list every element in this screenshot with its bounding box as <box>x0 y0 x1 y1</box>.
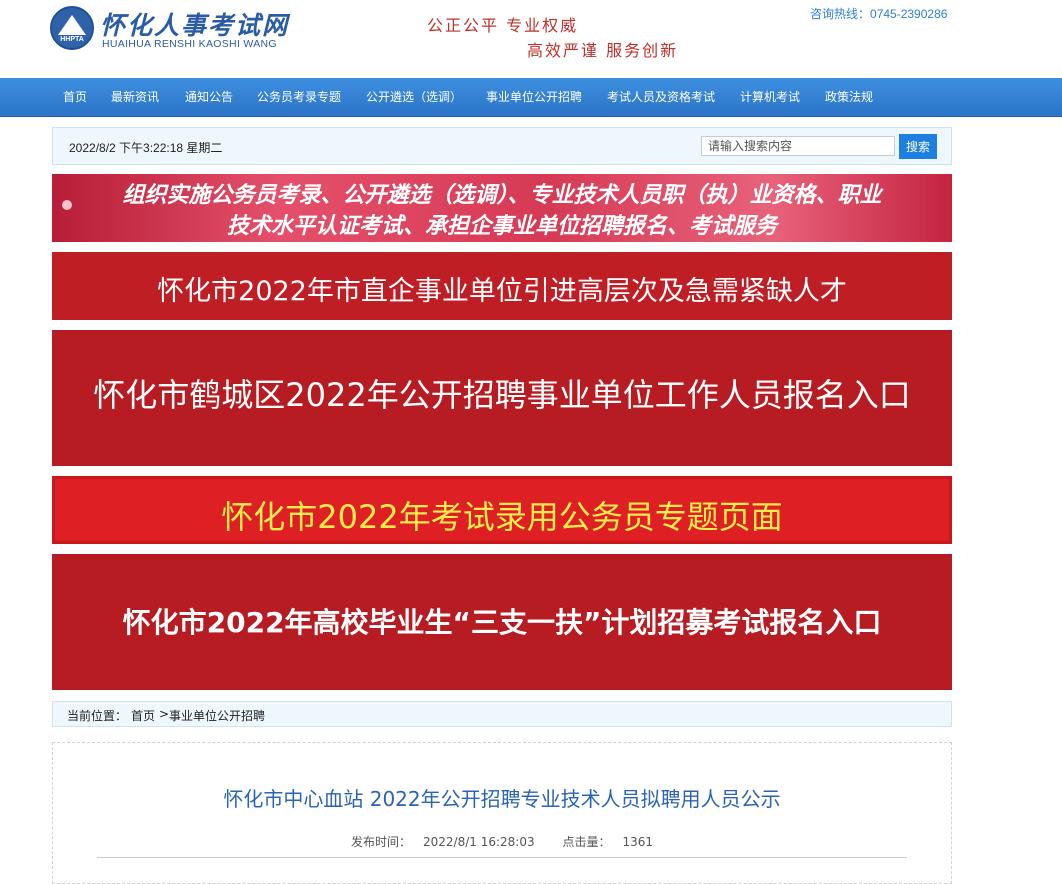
article-meta: 发布时间： 2022/8/1 16:28:03 点击量： 1361 <box>53 833 951 850</box>
published-value: 2022/8/1 16:28:03 <box>423 835 535 849</box>
sanzhiyifu-banner-text: 怀化市2022年高校毕业生“三支一扶”计划招募考试报名入口 <box>122 606 882 639</box>
published-label: 发布时间： <box>350 835 411 849</box>
date-search-bar: 2022/8/2 下午3:22:18 星期二 搜索 <box>52 127 952 165</box>
sanzhiyifu-registration-banner[interactable]: 怀化市2022年高校毕业生“三支一扶”计划招募考试报名入口 <box>52 554 952 690</box>
civil-servant-banner-text: 怀化市2022年考试录用公务员专题页面 <box>221 498 783 536</box>
nav-item-selection[interactable]: 公开遴选（选调） <box>366 78 462 116</box>
logo-tag: HHPTA <box>60 36 84 43</box>
talent-banner-text: 怀化市2022年市直企事业单位引进高层次及急需紧缺人才 <box>157 276 847 307</box>
site-header: HHPTA 怀化人事考试网 HUAIHUA RENSHI KAOSHI WANG… <box>0 0 1062 78</box>
article-title: 怀化市中心血站 2022年公开招聘专业技术人员拟聘用人员公示 <box>223 787 781 811</box>
hotline: 咨询热线：0745-2390286 <box>810 5 947 22</box>
mission-line-1: 组织实施公务员考录、公开遴选（选调）、专业技术人员职（执）业资格、职业 <box>122 182 882 208</box>
nav-item-notices[interactable]: 通知公告 <box>185 78 233 116</box>
mission-banner: 组织实施公务员考录、公开遴选（选调）、专业技术人员职（执）业资格、职业 技术水平… <box>52 174 952 242</box>
current-datetime: 2022/8/2 下午3:22:18 星期二 <box>69 141 223 155</box>
hotline-label: 咨询热线： <box>810 7 871 21</box>
nav-item-policy[interactable]: 政策法规 <box>825 78 873 116</box>
breadcrumb-home-link[interactable]: 首页 <box>131 709 155 723</box>
views-value: 1361 <box>622 835 653 849</box>
talent-recruitment-banner[interactable]: 怀化市2022年市直企事业单位引进高层次及急需紧缺人才 <box>52 252 952 320</box>
slogan-line-2: 高效严谨 服务创新 <box>527 41 679 60</box>
breadcrumb-label: 当前位置： <box>67 709 128 723</box>
nav-item-news[interactable]: 最新资讯 <box>111 78 159 116</box>
breadcrumb-separator: > <box>159 707 170 721</box>
article-divider <box>97 857 907 858</box>
nav-item-home[interactable]: 首页 <box>63 78 87 116</box>
breadcrumb-current-link[interactable]: 事业单位公开招聘 <box>169 709 265 723</box>
search-input[interactable] <box>701 136 895 156</box>
logo-emblem-icon: HHPTA <box>50 6 94 50</box>
civil-servant-topic-banner[interactable]: 怀化市2022年考试录用公务员专题页面 <box>52 476 952 544</box>
nav-item-computer-exam[interactable]: 计算机考试 <box>740 78 800 116</box>
nav-item-public-institution[interactable]: 事业单位公开招聘 <box>486 78 582 116</box>
logo-english-name: HUAIHUA RENSHI KAOSHI WANG <box>102 38 277 50</box>
hecheng-registration-banner[interactable]: 怀化市鹤城区2022年公开招聘事业单位工作人员报名入口 <box>52 330 952 466</box>
logo-chinese-name: 怀化人事考试网 <box>100 11 290 40</box>
views-label: 点击量： <box>562 835 611 849</box>
hecheng-banner-text: 怀化市鹤城区2022年公开招聘事业单位工作人员报名入口 <box>93 376 911 414</box>
mission-line-2: 技术水平认证考试、承担企事业单位招聘报名、考试服务 <box>226 213 777 239</box>
hotline-number: 0745-2390286 <box>870 7 948 21</box>
breadcrumb: 当前位置： 首页 > 事业单位公开招聘 <box>52 701 952 727</box>
article-panel: 怀化市中心血站 2022年公开招聘专业技术人员拟聘用人员公示 发布时间： 2022… <box>52 742 952 884</box>
nav-item-civil-servant[interactable]: 公务员考录专题 <box>257 78 341 116</box>
site-logo[interactable]: HHPTA 怀化人事考试网 HUAIHUA RENSHI KAOSHI WANG <box>50 6 287 50</box>
main-nav: 首页 最新资讯 通知公告 公务员考录专题 公开遴选（选调） 事业单位公开招聘 考… <box>0 78 1062 117</box>
search-button[interactable]: 搜索 <box>899 134 937 159</box>
slogan-line-1: 公正公平 专业权威 <box>427 16 579 35</box>
nav-item-qualification[interactable]: 考试人员及资格考试 <box>607 78 715 116</box>
